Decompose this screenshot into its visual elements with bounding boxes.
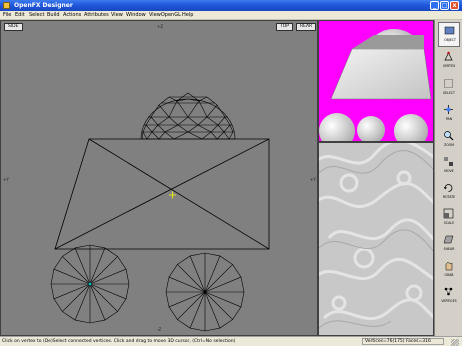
menu-edit[interactable]: Edit: [15, 12, 25, 19]
preview-canvas: [319, 29, 432, 141]
tool-label: OBJECT: [444, 38, 456, 42]
menu-viewopengl[interactable]: ViewOpenGL: [149, 12, 181, 19]
box-body-mesh: [54, 138, 270, 250]
tool-label: ROTATE: [442, 195, 456, 199]
wheel-spoke: [204, 264, 233, 293]
preview-wheel-left: [319, 113, 355, 141]
menu-build[interactable]: Build: [47, 12, 60, 19]
selected-vertex: [88, 282, 92, 286]
grab-icon: [445, 261, 453, 271]
texture-panel[interactable]: [318, 142, 434, 336]
texture-pattern: [319, 143, 433, 329]
preview-box: [330, 48, 432, 100]
tool-scale[interactable]: SCALE: [438, 206, 460, 231]
tool-label: SCALE: [443, 221, 455, 225]
wheel-spoke: [204, 291, 233, 320]
tool-move[interactable]: MOVE: [438, 154, 460, 179]
tool-label: VERTICES: [441, 299, 457, 303]
wireframe-canvas: [50, 92, 270, 332]
tool-label: ZOOM: [444, 143, 454, 147]
tool-select[interactable]: SELECT: [438, 76, 460, 101]
preview-wheel-right: [394, 114, 428, 141]
3d-cursor: [169, 191, 176, 199]
pan-icon: [444, 105, 453, 114]
vertex-icon: [444, 51, 453, 61]
maximize-button[interactable]: □: [440, 1, 449, 10]
dome-mesh: [140, 92, 236, 140]
scale-icon: [443, 208, 454, 219]
shear-icon: [443, 235, 454, 244]
wheel-spoke: [177, 291, 206, 320]
tool-vertex[interactable]: VERTEX: [438, 49, 460, 74]
tool-pan[interactable]: PAN: [438, 102, 460, 127]
menu-select[interactable]: Select: [29, 12, 44, 19]
title-bar[interactable]: OpenFX Designer _ □ x: [0, 0, 462, 11]
tool-label: VERTEX: [442, 64, 456, 68]
tool-shear[interactable]: SHEAR: [438, 232, 460, 257]
tool-rotate[interactable]: ROTATE: [438, 180, 460, 205]
wheel-spoke: [89, 283, 118, 312]
tool-label: PAN: [445, 117, 453, 121]
tool-zoom[interactable]: ZOOM: [438, 128, 460, 153]
tool-vertices[interactable]: VERTICES: [438, 284, 460, 309]
object-icon: [444, 26, 455, 35]
minimize-button[interactable]: _: [430, 1, 439, 10]
wheel-spoke: [62, 283, 91, 312]
menu-view[interactable]: View: [111, 12, 123, 19]
close-button[interactable]: x: [450, 1, 459, 10]
vertices-icon: [444, 287, 453, 296]
menu-attributes[interactable]: Attributes: [84, 12, 109, 19]
resize-grip[interactable]: [451, 339, 459, 346]
app-icon: [3, 2, 10, 9]
wheel-spoke: [62, 256, 91, 285]
move-icon: [444, 157, 453, 166]
rotate-icon: [444, 184, 453, 192]
menu-actions[interactable]: Actions: [63, 12, 81, 19]
tool-label: SELECT: [443, 91, 455, 95]
tool-object[interactable]: OBJECT: [438, 22, 460, 47]
wheel-spoke: [89, 256, 118, 285]
tool-label: MOVE: [444, 169, 454, 173]
status-message: Click on vertex to (De)Select connected …: [2, 339, 236, 344]
menu-window[interactable]: Window: [126, 12, 146, 19]
zoom-icon: [444, 131, 454, 141]
wheel-spoke: [177, 264, 206, 293]
tool-label: GRAB: [444, 273, 454, 277]
tool-label: SHEAR: [443, 247, 455, 251]
menu-bar: File Edit Select Build Actions Attribute…: [0, 11, 462, 20]
tool-palette: OBJECT VERTEX SELECT PAN ZOOM MOVE ROTAT…: [434, 20, 462, 336]
menu-help[interactable]: Help: [182, 12, 193, 19]
vertex-face-counts: Vertices=76(175) Faces=316: [362, 338, 444, 345]
status-bar: Click on vertex to (De)Select connected …: [0, 336, 462, 346]
menu-file[interactable]: File: [3, 12, 11, 19]
right-wheel-mesh: [165, 252, 245, 332]
window-title: OpenFX Designer: [14, 2, 73, 9]
shaded-preview-panel[interactable]: [318, 20, 434, 142]
wireframe-viewport[interactable]: SIDE TOP REAR +Z +Y +Y -Z: [0, 20, 318, 336]
select-icon: [444, 79, 453, 88]
preview-wheel-mid: [357, 116, 385, 141]
tool-grab[interactable]: GRAB: [438, 258, 460, 283]
